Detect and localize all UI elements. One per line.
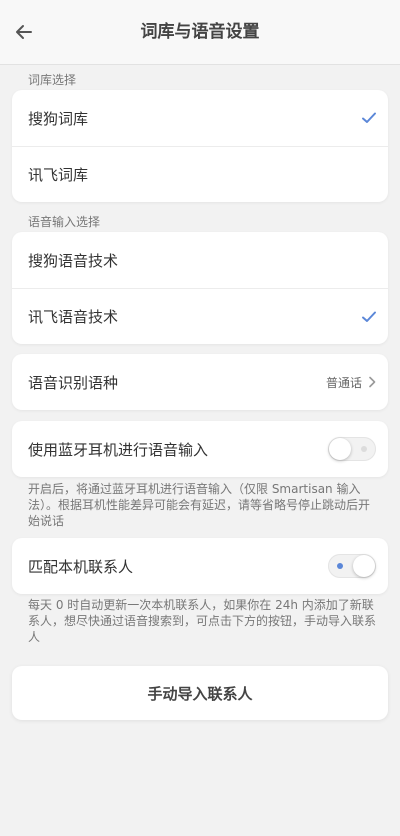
voice-option-iflytek[interactable]: 讯飞语音技术 [12, 288, 388, 344]
page-title: 词库与语音设置 [140, 22, 260, 42]
contacts-row: 匹配本机联系人 [12, 538, 388, 594]
language-label: 语音识别语种 [28, 373, 119, 392]
top-bar: 词库与语音设置 [0, 0, 400, 65]
toggle-indicator [361, 446, 367, 452]
section-label-dictionary: 词库选择 [28, 73, 77, 87]
check-icon [362, 112, 376, 123]
toggle-knob [329, 438, 351, 460]
bluetooth-toggle[interactable] [328, 437, 376, 461]
option-label: 搜狗语音技术 [28, 251, 119, 270]
language-card: 语音识别语种 普通话 [12, 354, 388, 410]
import-contacts-button[interactable]: 手动导入联系人 [12, 666, 388, 720]
bluetooth-label: 使用蓝牙耳机进行语音输入 [28, 440, 209, 459]
contacts-toggle[interactable] [328, 554, 376, 578]
bluetooth-row: 使用蓝牙耳机进行语音输入 [12, 421, 388, 477]
voice-option-sogou[interactable]: 搜狗语音技术 [12, 232, 388, 288]
dictionary-option-iflytek[interactable]: 讯飞词库 [12, 146, 388, 202]
contacts-hint: 每天 0 时自动更新一次本机联系人，如果你在 24h 内添加了新联系人，想尽快通… [28, 598, 377, 644]
bluetooth-hint: 开启后，将通过蓝牙耳机进行语音输入（仅限 Smartisan 输入法）。根据耳机… [28, 482, 371, 528]
check-icon [362, 311, 376, 322]
language-value-wrap: 普通话 [326, 354, 376, 410]
toggle-indicator [337, 563, 343, 569]
dictionary-card: 搜狗词库 讯飞词库 [12, 90, 388, 202]
contacts-card: 匹配本机联系人 [12, 538, 388, 594]
section-label-voice-input: 语音输入选择 [28, 215, 101, 229]
option-label: 讯飞词库 [28, 166, 89, 184]
option-label: 讯飞语音技术 [28, 308, 119, 326]
toggle-knob [353, 555, 375, 577]
dictionary-option-sogou[interactable]: 搜狗词库 [12, 90, 388, 146]
chevron-right-icon [369, 376, 376, 388]
contacts-label: 匹配本机联系人 [28, 557, 134, 576]
voice-input-card: 搜狗语音技术 讯飞语音技术 [12, 232, 388, 344]
language-row[interactable]: 语音识别语种 普通话 [12, 354, 388, 410]
bluetooth-card: 使用蓝牙耳机进行语音输入 [12, 421, 388, 477]
language-value: 普通话 [325, 375, 362, 390]
option-label: 搜狗词库 [28, 109, 89, 128]
